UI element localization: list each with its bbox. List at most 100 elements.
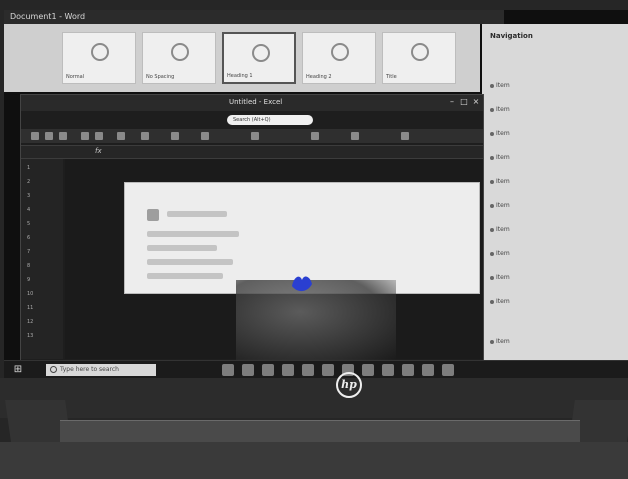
task-view-icon[interactable] (222, 364, 234, 376)
taskbar-app-icon[interactable] (322, 364, 334, 376)
dialog-text-line (147, 259, 233, 265)
taskbar-app-icon[interactable] (442, 364, 454, 376)
function-icon: fx (95, 147, 102, 155)
bullet-icon (490, 156, 494, 160)
pen-mark-icon (292, 276, 312, 292)
toolbar-button[interactable] (401, 132, 409, 140)
word-title-bar: Document1 - Word (4, 10, 504, 24)
toolbar-button[interactable] (141, 132, 149, 140)
row-header[interactable]: 5 (27, 221, 30, 227)
bullet-icon (490, 180, 494, 184)
row-header[interactable]: 3 (27, 193, 30, 199)
bullet-icon (490, 204, 494, 208)
bullet-icon (490, 276, 494, 280)
search-input[interactable]: Search (Alt+Q) (227, 115, 313, 125)
style-label: No Spacing (146, 74, 175, 80)
bullet-icon (490, 300, 494, 304)
laptop-screen: Document1 - Word Normal No Spacing Headi… (4, 10, 628, 378)
bullet-icon (490, 228, 494, 232)
taskbar-app-icon[interactable] (382, 364, 394, 376)
row-header[interactable]: 10 (27, 291, 33, 297)
side-pane-item[interactable]: Item (496, 130, 510, 137)
toolbar-button[interactable] (59, 132, 67, 140)
side-pane-item[interactable]: Item (496, 106, 510, 113)
bullet-icon (490, 340, 494, 344)
maximize-icon[interactable]: □ (459, 97, 469, 107)
side-pane: Navigation Item Item Item Item Item Item… (482, 24, 628, 378)
side-pane-item[interactable]: Item (496, 338, 510, 345)
row-header[interactable]: 9 (27, 277, 30, 283)
side-pane-item[interactable]: Item (496, 82, 510, 89)
main-window-title: Untitled - Excel (229, 98, 283, 106)
side-pane-item[interactable]: Item (496, 178, 510, 185)
document-icon (147, 209, 159, 221)
dialog-text-line (147, 231, 239, 237)
side-pane-item[interactable]: Item (496, 298, 510, 305)
row-header[interactable]: 1 (27, 165, 30, 171)
taskbar-search-placeholder: Type here to search (60, 366, 119, 373)
dialog-text-line (167, 211, 227, 217)
toolbar-button[interactable] (45, 132, 53, 140)
minimize-icon[interactable]: – (447, 97, 457, 107)
row-header[interactable]: 6 (27, 235, 30, 241)
toolbar-button[interactable] (201, 132, 209, 140)
row-header[interactable]: 7 (27, 249, 30, 255)
row-header[interactable]: 8 (27, 263, 30, 269)
bullet-icon (490, 252, 494, 256)
laptop-bezel (0, 378, 628, 418)
taskbar-search[interactable]: Type here to search (46, 364, 156, 376)
taskbar-app-icon[interactable] (262, 364, 274, 376)
side-pane-item[interactable]: Item (496, 202, 510, 209)
row-header[interactable]: 13 (27, 333, 33, 339)
toolbar-button[interactable] (81, 132, 89, 140)
search-icon (50, 366, 57, 373)
close-icon[interactable]: × (471, 97, 481, 107)
side-pane-item[interactable]: Item (496, 154, 510, 161)
side-pane-item[interactable]: Item (496, 274, 510, 281)
row-header[interactable]: 12 (27, 319, 33, 325)
toolbar-button[interactable] (171, 132, 179, 140)
taskbar-app-icon[interactable] (242, 364, 254, 376)
windows-taskbar: ⊞ Type here to search (4, 360, 628, 378)
dialog-text-line (147, 245, 217, 251)
style-gallery-item[interactable]: Title (382, 32, 456, 84)
toolbar-button[interactable] (251, 132, 259, 140)
style-gallery-item[interactable]: Heading 2 (302, 32, 376, 84)
dialog-text-line (147, 273, 223, 279)
style-preview-icon (252, 44, 270, 62)
toolbar-button[interactable] (31, 132, 39, 140)
photo-frame: Document1 - Word Normal No Spacing Headi… (0, 0, 628, 479)
row-header[interactable]: 4 (27, 207, 30, 213)
toolbar-button[interactable] (95, 132, 103, 140)
taskbar-app-icon[interactable] (362, 364, 374, 376)
row-header[interactable]: 2 (27, 179, 30, 185)
side-pane-item[interactable]: Item (496, 226, 510, 233)
style-preview-icon (411, 43, 429, 61)
toolbar-button[interactable] (351, 132, 359, 140)
ribbon-toolbar (21, 129, 483, 143)
side-pane-item[interactable]: Item (496, 250, 510, 257)
formula-bar[interactable]: fx (21, 145, 483, 159)
style-preview-icon (171, 43, 189, 61)
start-button[interactable]: ⊞ (12, 364, 24, 376)
style-gallery-item[interactable]: No Spacing (142, 32, 216, 84)
taskbar-app-icon[interactable] (422, 364, 434, 376)
row-header[interactable]: 11 (27, 305, 33, 311)
word-title: Document1 - Word (10, 12, 86, 21)
word-ribbon: Normal No Spacing Heading 1 Heading 2 Ti… (4, 24, 480, 92)
style-label: Heading 1 (227, 73, 253, 79)
style-gallery-item-selected[interactable]: Heading 1 (222, 32, 296, 84)
style-label: Title (386, 74, 397, 80)
toolbar-button[interactable] (311, 132, 319, 140)
laptop-hinge (60, 420, 580, 443)
style-gallery-item[interactable]: Normal (62, 32, 136, 84)
hp-logo: hp (336, 372, 362, 398)
toolbar-button[interactable] (117, 132, 125, 140)
taskbar-app-icon[interactable] (402, 364, 414, 376)
taskbar-app-icon[interactable] (302, 364, 314, 376)
hand-reflection (236, 280, 396, 360)
row-headers: 1 2 3 4 5 6 7 8 9 10 11 12 13 (21, 159, 63, 359)
laptop-deck (0, 442, 628, 479)
main-title-bar: Untitled - Excel – □ × (21, 95, 483, 111)
taskbar-app-icon[interactable] (282, 364, 294, 376)
